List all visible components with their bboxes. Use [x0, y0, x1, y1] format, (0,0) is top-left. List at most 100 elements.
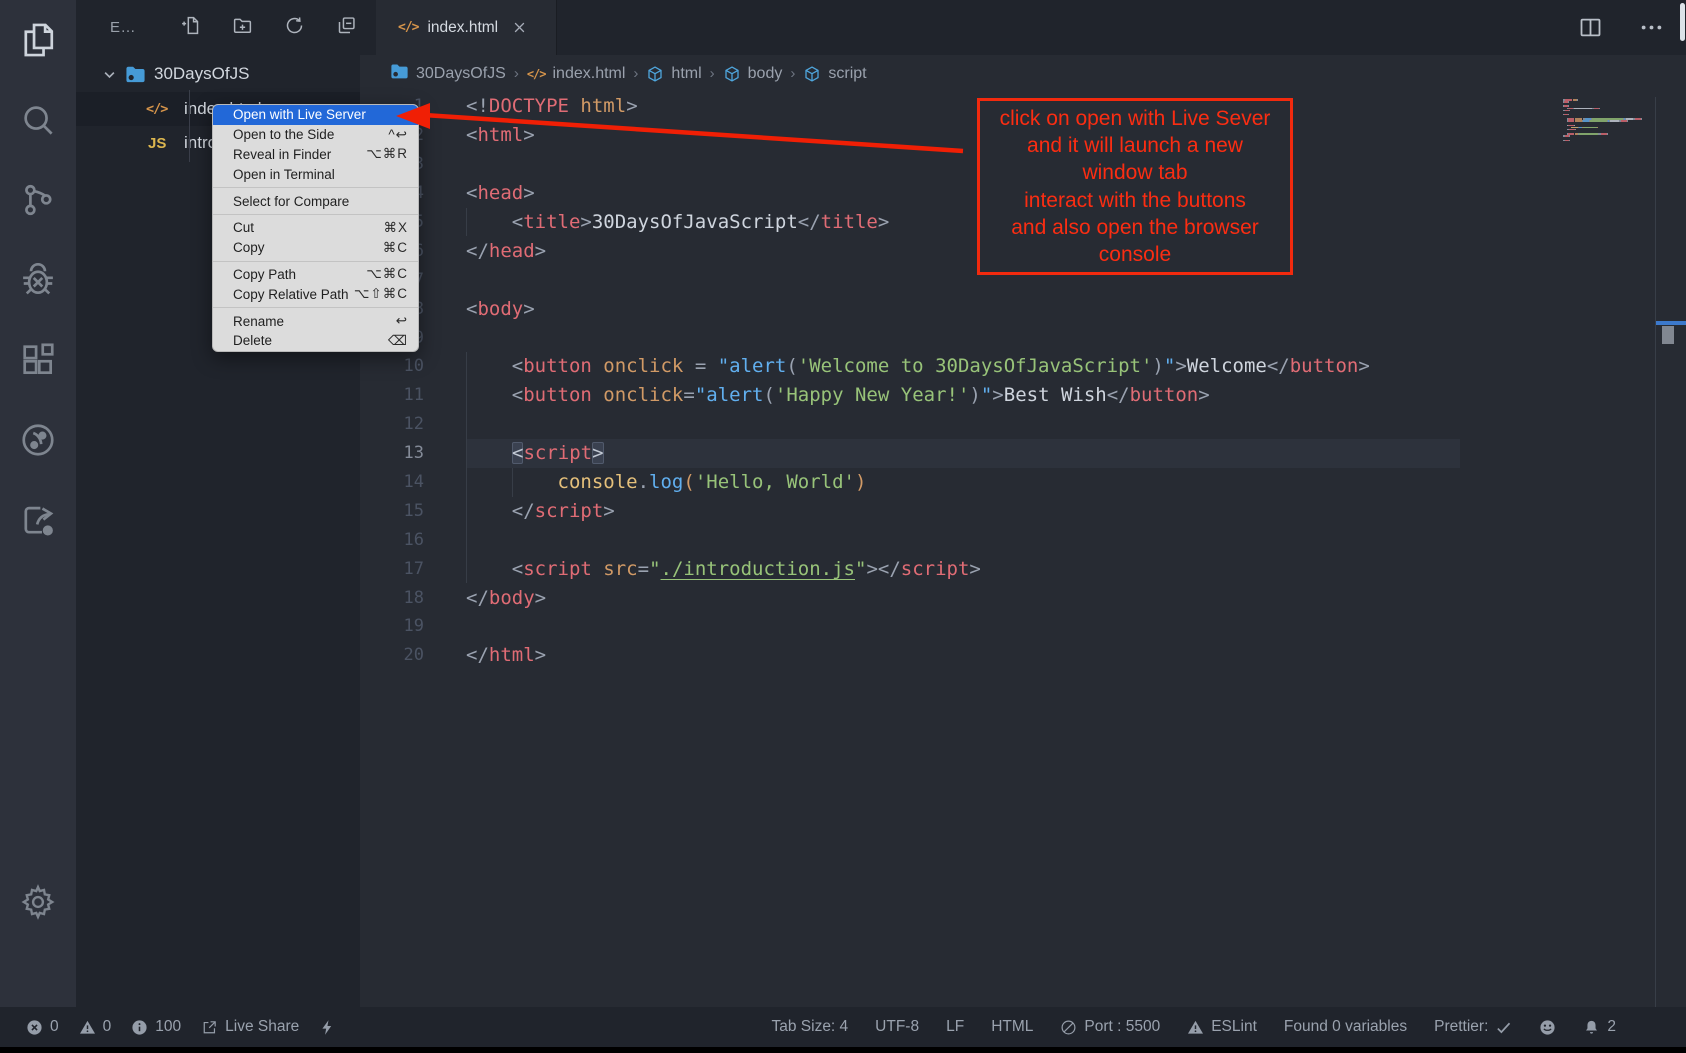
status-notifications[interactable]: 2: [1583, 1018, 1616, 1036]
new-folder-icon[interactable]: [232, 15, 253, 41]
line-number: 10: [360, 356, 424, 376]
status-feedback-smiley[interactable]: [1539, 1019, 1556, 1036]
close-icon[interactable]: [512, 20, 527, 35]
breadcrumb-item-script[interactable]: script: [803, 65, 866, 83]
status-prettier[interactable]: Prettier:: [1434, 1018, 1512, 1036]
status-live-share[interactable]: Live Share: [201, 1018, 299, 1036]
new-file-icon[interactable]: [180, 15, 201, 41]
code-line-13[interactable]: 13<script>: [360, 439, 1655, 468]
code-line-10[interactable]: 10 <button onclick = "alert('Welcome to …: [360, 352, 1655, 381]
activity-bar: [0, 0, 76, 1007]
breadcrumb-item-30daysofjs[interactable]: 30DaysOfJS: [390, 63, 506, 85]
menu-item-cut[interactable]: Cut⌘X: [213, 218, 418, 238]
line-number: 19: [360, 616, 424, 636]
refresh-icon[interactable]: [284, 15, 305, 41]
explorer-actions: [180, 15, 357, 41]
more-actions-icon[interactable]: [1638, 14, 1665, 46]
code-line-11[interactable]: 11 <button onclick="alert('Happy New Yea…: [360, 381, 1655, 410]
chevron-down-icon[interactable]: [102, 67, 117, 82]
debug-icon[interactable]: [0, 240, 76, 320]
menu-item-open-with-live-server[interactable]: Open with Live Server: [213, 105, 418, 125]
explorer-title: E…: [110, 19, 136, 36]
warning-triangle-icon: [79, 1019, 96, 1036]
breadcrumb-item-html[interactable]: html: [646, 65, 701, 83]
folder-row-30daysofjs[interactable]: 30DaysOfJS: [76, 58, 360, 90]
status-language-mode[interactable]: HTML: [991, 1018, 1033, 1036]
menu-item-rename[interactable]: Rename↩: [213, 311, 418, 331]
html-file-icon: </>: [146, 101, 176, 117]
annotation-text-line: click on open with Live Sever: [980, 105, 1290, 132]
js-file-icon: JS: [148, 135, 176, 152]
share-icon[interactable]: [0, 480, 76, 560]
tree-indent-guide: [189, 90, 190, 162]
collapse-all-icon[interactable]: [336, 15, 357, 41]
breadcrumb-separator: ›: [790, 65, 795, 82]
search-icon[interactable]: [0, 80, 76, 160]
extensions-icon[interactable]: [0, 320, 76, 400]
menu-shortcut: ⌥⌘C: [366, 266, 408, 282]
status-found-variables[interactable]: Found 0 variables: [1284, 1018, 1407, 1036]
status-live-server-bolt[interactable]: [319, 1019, 336, 1036]
status-encoding[interactable]: UTF-8: [875, 1018, 919, 1036]
status-problems-errors[interactable]: 0: [26, 1018, 59, 1036]
macos-scrollbar[interactable]: [1680, 3, 1685, 41]
status-eol[interactable]: LF: [946, 1018, 964, 1036]
menu-item-copy-relative-path[interactable]: Copy Relative Path⌥⇧⌘C: [213, 284, 418, 304]
menu-item-select-for-compare[interactable]: Select for Compare: [213, 191, 418, 211]
window-bottom-edge: [0, 1047, 1686, 1053]
code-line-19[interactable]: 19: [360, 612, 1655, 641]
menu-separator: [213, 261, 418, 262]
warning-triangle-icon: [1187, 1019, 1204, 1036]
breadcrumb-item-body[interactable]: body: [723, 65, 783, 83]
menu-item-open-to-the-side[interactable]: Open to the Side^↩: [213, 125, 418, 145]
menu-separator: [213, 214, 418, 215]
menu-item-open-in-terminal[interactable]: Open in Terminal: [213, 164, 418, 184]
live-session-icon[interactable]: [0, 400, 76, 480]
scrollbar-thumb[interactable]: [1662, 326, 1674, 344]
code-line-17[interactable]: 17 <script src="./introduction.js"></scr…: [360, 554, 1655, 583]
code-line-9[interactable]: 9: [360, 323, 1655, 352]
status-tab-size[interactable]: Tab Size: 4: [771, 1018, 848, 1036]
status-problems-info[interactable]: 100: [131, 1018, 181, 1036]
annotation-text-line: and it will launch a new: [980, 132, 1290, 159]
annotation-text-line: and also open the browser: [980, 214, 1290, 241]
error-circle-icon: [26, 1019, 43, 1036]
explorer-icon[interactable]: [0, 0, 76, 80]
code-line-16[interactable]: 16: [360, 525, 1655, 554]
code-line-18[interactable]: 18</body>: [360, 583, 1655, 612]
menu-shortcut: ↩: [396, 313, 408, 329]
line-number: 17: [360, 559, 424, 579]
minimap[interactable]: [1563, 99, 1655, 142]
code-line-20[interactable]: 20</html>: [360, 641, 1655, 670]
status-problems-warnings[interactable]: 0: [79, 1018, 112, 1036]
check-icon: [1495, 1019, 1512, 1036]
code-line-15[interactable]: 15 </script>: [360, 496, 1655, 525]
code-line-12[interactable]: 12: [360, 410, 1655, 439]
html-file-icon: </>: [398, 20, 418, 35]
explorer-header: E…: [76, 0, 360, 55]
tab-index-html[interactable]: </> index.html: [376, 0, 557, 55]
status-live-server-port[interactable]: Port : 5500: [1060, 1018, 1160, 1036]
symbol-cube-icon: [803, 65, 821, 83]
overview-ruler-marker: [1656, 321, 1686, 325]
menu-item-copy[interactable]: Copy⌘C: [213, 238, 418, 258]
line-number: 12: [360, 414, 424, 434]
folder-icon: [390, 63, 409, 85]
code-line-14[interactable]: 14 console.log('Hello, World'): [360, 468, 1655, 497]
symbol-cube-icon: [723, 65, 741, 83]
menu-item-reveal-in-finder[interactable]: Reveal in Finder⌥⌘R: [213, 145, 418, 165]
menu-shortcut: ⌘X: [383, 220, 408, 236]
status-eslint[interactable]: ESLint: [1187, 1018, 1257, 1036]
source-control-icon[interactable]: [0, 160, 76, 240]
line-number: 15: [360, 501, 424, 521]
breadcrumb-separator: ›: [514, 65, 519, 82]
status-bar-right: Tab Size: 4 UTF-8 LF HTML Port : 5500 ESLint F…: [771, 1007, 1616, 1047]
status-bar-left: 0 0 100 Live Share: [26, 1007, 336, 1047]
menu-item-delete[interactable]: Delete⌫: [213, 331, 418, 351]
menu-item-copy-path[interactable]: Copy Path⌥⌘C: [213, 265, 418, 285]
smiley-icon: [1539, 1019, 1556, 1036]
settings-gear-icon[interactable]: [0, 862, 76, 942]
split-editor-icon[interactable]: [1577, 14, 1604, 46]
breadcrumb-item-index-html[interactable]: </>index.html: [527, 65, 626, 83]
code-line-8[interactable]: 8<body>: [360, 294, 1655, 323]
